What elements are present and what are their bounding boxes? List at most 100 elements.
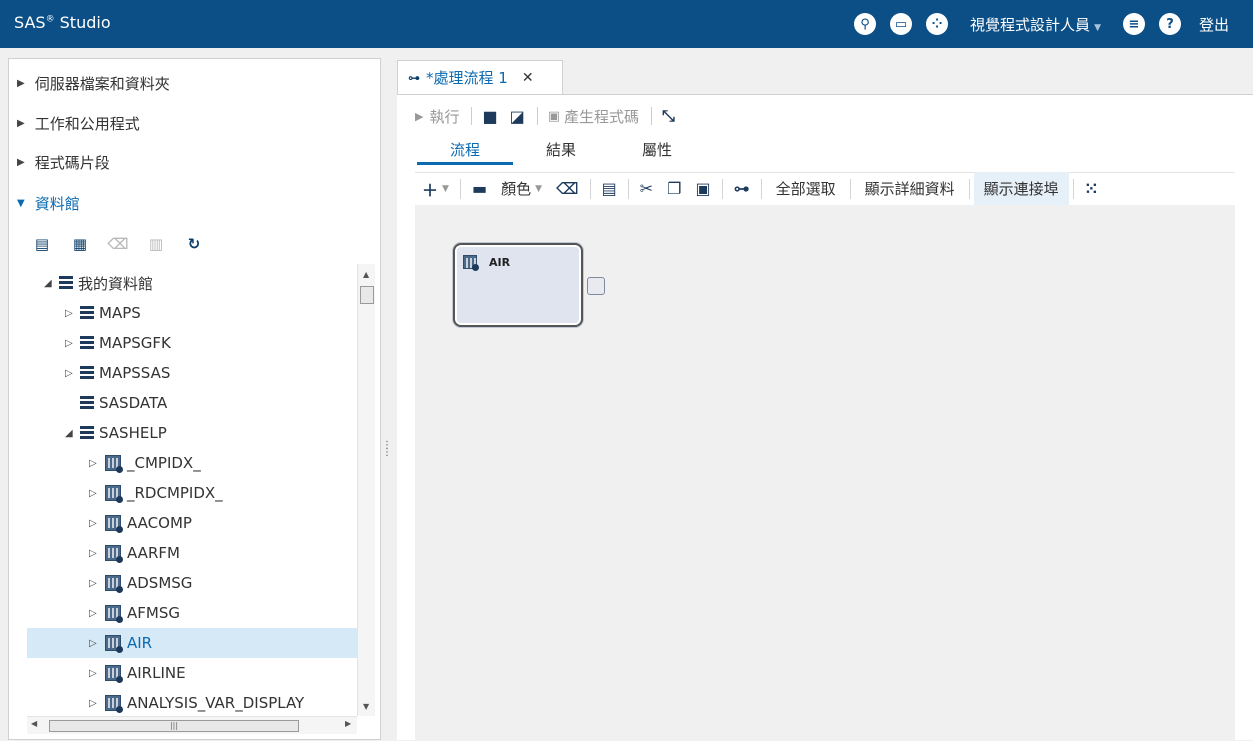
scroll-thumb[interactable] — [360, 286, 374, 304]
tree-item[interactable]: ▷ ANALYSIS_VAR_DISPLAY — [27, 688, 357, 716]
libraries-toolbar: ▤ ▦ ⌫ ▥ ↻ — [33, 231, 223, 257]
app-title: SAS® Studio — [14, 13, 111, 32]
tree-item[interactable]: ▷ MAPS — [27, 298, 357, 328]
process-flow-icon[interactable]: ⊶ — [734, 179, 750, 198]
section-server-files[interactable]: ▶ 伺服器檔案和資料夾 — [9, 63, 380, 103]
expand-icon[interactable]: ▷ — [65, 368, 77, 379]
library-tree: ◢ 我的資料館 ▷ MAPS ▷ MAPSGFK ▷ MAPSSAS SASDATA ◢… — [27, 264, 357, 716]
tree-item[interactable]: ▷ MAPSSAS — [27, 358, 357, 388]
maximize-icon[interactable]: ⤡ — [662, 106, 675, 126]
scroll-up-icon[interactable]: ▲ — [363, 270, 369, 279]
tree-item[interactable]: ▷ _RDCMPIDX_ — [27, 478, 357, 508]
new-library-icon[interactable]: ▤ — [33, 235, 51, 253]
library-icon — [80, 335, 94, 351]
library-icon — [80, 425, 94, 441]
tree-item[interactable]: ▷ ADSMSG — [27, 568, 357, 598]
show-details-button[interactable]: 顯示詳細資料 — [865, 178, 955, 199]
vertical-scrollbar[interactable]: ▲ ▼ — [357, 264, 375, 716]
table-icon — [105, 665, 123, 683]
expand-icon[interactable]: ▷ — [89, 578, 101, 589]
collapse-icon[interactable]: ◢ — [65, 428, 77, 439]
tree-item[interactable]: ▷ AARFM — [27, 538, 357, 568]
scroll-left-icon[interactable]: ◀ — [31, 719, 37, 728]
section-libraries[interactable]: ▼ 資料館 — [9, 183, 380, 223]
expand-icon[interactable]: ▷ — [89, 608, 101, 619]
generate-code-button[interactable]: ▣ 產生程式碼 — [548, 106, 639, 127]
tab-results[interactable]: 結果 — [513, 137, 609, 165]
paste-icon[interactable]: ▣ — [696, 179, 711, 198]
view-table-icon[interactable]: ▥ — [147, 235, 165, 253]
process-flow-icon: ⊶ — [408, 70, 420, 85]
table-icon — [105, 515, 123, 533]
run-button[interactable]: ▶ 執行 — [415, 106, 459, 127]
tree-item[interactable]: ◢ 我的資料館 — [27, 268, 357, 298]
tab-flow[interactable]: 流程 — [417, 137, 514, 165]
delete-icon[interactable]: ⌫ — [556, 179, 579, 198]
table-icon — [105, 575, 123, 593]
refresh-icon[interactable]: ↻ — [185, 235, 203, 253]
copy-icon[interactable]: ❐ — [667, 179, 681, 198]
grid-icon[interactable]: ⁙ — [1085, 179, 1098, 198]
table-icon — [105, 485, 123, 503]
cut-icon[interactable]: ✂ — [640, 179, 653, 198]
node-output-port[interactable] — [587, 277, 605, 295]
select-all-button[interactable]: 全部選取 — [776, 178, 836, 199]
library-icon — [80, 365, 94, 381]
expand-icon[interactable]: ▷ — [65, 308, 77, 319]
tree-item[interactable]: ▷ AFMSG — [27, 598, 357, 628]
table-icon — [105, 695, 123, 713]
scroll-thumb-horizontal[interactable]: ||| — [49, 720, 299, 732]
library-icon — [80, 305, 94, 321]
save-icon[interactable]: ■ — [482, 107, 497, 126]
collapse-icon[interactable]: ◢ — [44, 278, 56, 289]
tree-item[interactable]: ▷ _CMPIDX_ — [27, 448, 357, 478]
tree-item[interactable]: ▷ AACOMP — [27, 508, 357, 538]
flow-toolbar: ＋ ▼ ▬ 顏色 ▼ ⌫ ▤ ✂ ❐ ▣ ⊶ 全部選取 顯示詳細資料 顯示連接埠 ⁙ — [415, 172, 1235, 205]
run-icon: ▶ — [415, 109, 424, 123]
expand-icon[interactable]: ▷ — [65, 338, 77, 349]
menu-icon[interactable]: ≡ — [1122, 13, 1145, 35]
navigation-pane: ▶ 伺服器檔案和資料夾 ▶ 工作和公用程式 ▶ 程式碼片段 ▼ 資料館 ▤ ▦ ⌫ ▥ … — [8, 58, 381, 740]
color-button[interactable]: 顏色 ▼ — [501, 178, 542, 199]
tree-item-selected[interactable]: ▷ AIR — [27, 628, 357, 658]
expand-icon[interactable]: ▷ — [89, 488, 101, 499]
signout-link[interactable]: 登出 — [1199, 14, 1229, 35]
show-ports-button[interactable]: 顯示連接埠 — [973, 172, 1069, 205]
section-tasks-utilities[interactable]: ▶ 工作和公用程式 — [9, 103, 380, 143]
close-icon[interactable]: ✕ — [522, 70, 534, 86]
add-button[interactable]: ＋ ▼ — [422, 177, 449, 201]
scroll-down-icon[interactable]: ▼ — [363, 702, 369, 711]
section-snippets[interactable]: ▶ 程式碼片段 — [9, 142, 380, 182]
expand-icon[interactable]: ▷ — [89, 668, 101, 679]
perspective-menu[interactable]: 視覺程式設計人員 ▼ — [970, 14, 1101, 35]
print-icon[interactable]: ▤ — [602, 179, 617, 198]
tree-item[interactable]: ◢ SASHELP — [27, 418, 357, 448]
expand-icon[interactable]: ▷ — [89, 698, 101, 709]
tab-properties[interactable]: 屬性 — [609, 137, 705, 165]
library-icon — [59, 275, 73, 291]
properties-icon[interactable]: ▦ — [71, 235, 89, 253]
tree-item[interactable]: ▷ AIRLINE — [27, 658, 357, 688]
tab-process-flow[interactable]: ⊶ *處理流程 1 ✕ — [397, 60, 563, 94]
horizontal-scrollbar[interactable]: ◀ ||| ▶ — [27, 716, 357, 734]
help-icon[interactable]: ? — [1158, 13, 1181, 35]
open-folder-icon[interactable]: ▭ — [890, 13, 913, 35]
expand-icon[interactable]: ▷ — [89, 638, 101, 649]
expand-icon[interactable]: ▷ — [89, 518, 101, 529]
expand-icon[interactable]: ▷ — [89, 458, 101, 469]
flow-canvas[interactable]: AIR — [415, 205, 1235, 741]
tree-item[interactable]: ▷ MAPSGFK — [27, 328, 357, 358]
table-icon — [105, 545, 123, 563]
pane-splitter[interactable]: ⋮ ⋮ — [382, 441, 392, 466]
generate-code-icon: ▣ — [547, 108, 561, 124]
scroll-right-icon[interactable]: ▶ — [345, 719, 351, 728]
applications-icon[interactable]: ⁘ — [926, 13, 949, 35]
save-as-icon[interactable]: ◪ — [510, 107, 525, 126]
open-folder-icon[interactable]: ▬ — [472, 179, 487, 198]
delete-icon[interactable]: ⌫ — [107, 235, 128, 253]
tree-item[interactable]: SASDATA — [27, 388, 357, 418]
search-icon[interactable]: ⚲ — [854, 13, 877, 35]
flow-node-air[interactable]: AIR — [453, 243, 583, 327]
expand-icon: ▶ — [17, 77, 25, 89]
expand-icon[interactable]: ▷ — [89, 548, 101, 559]
